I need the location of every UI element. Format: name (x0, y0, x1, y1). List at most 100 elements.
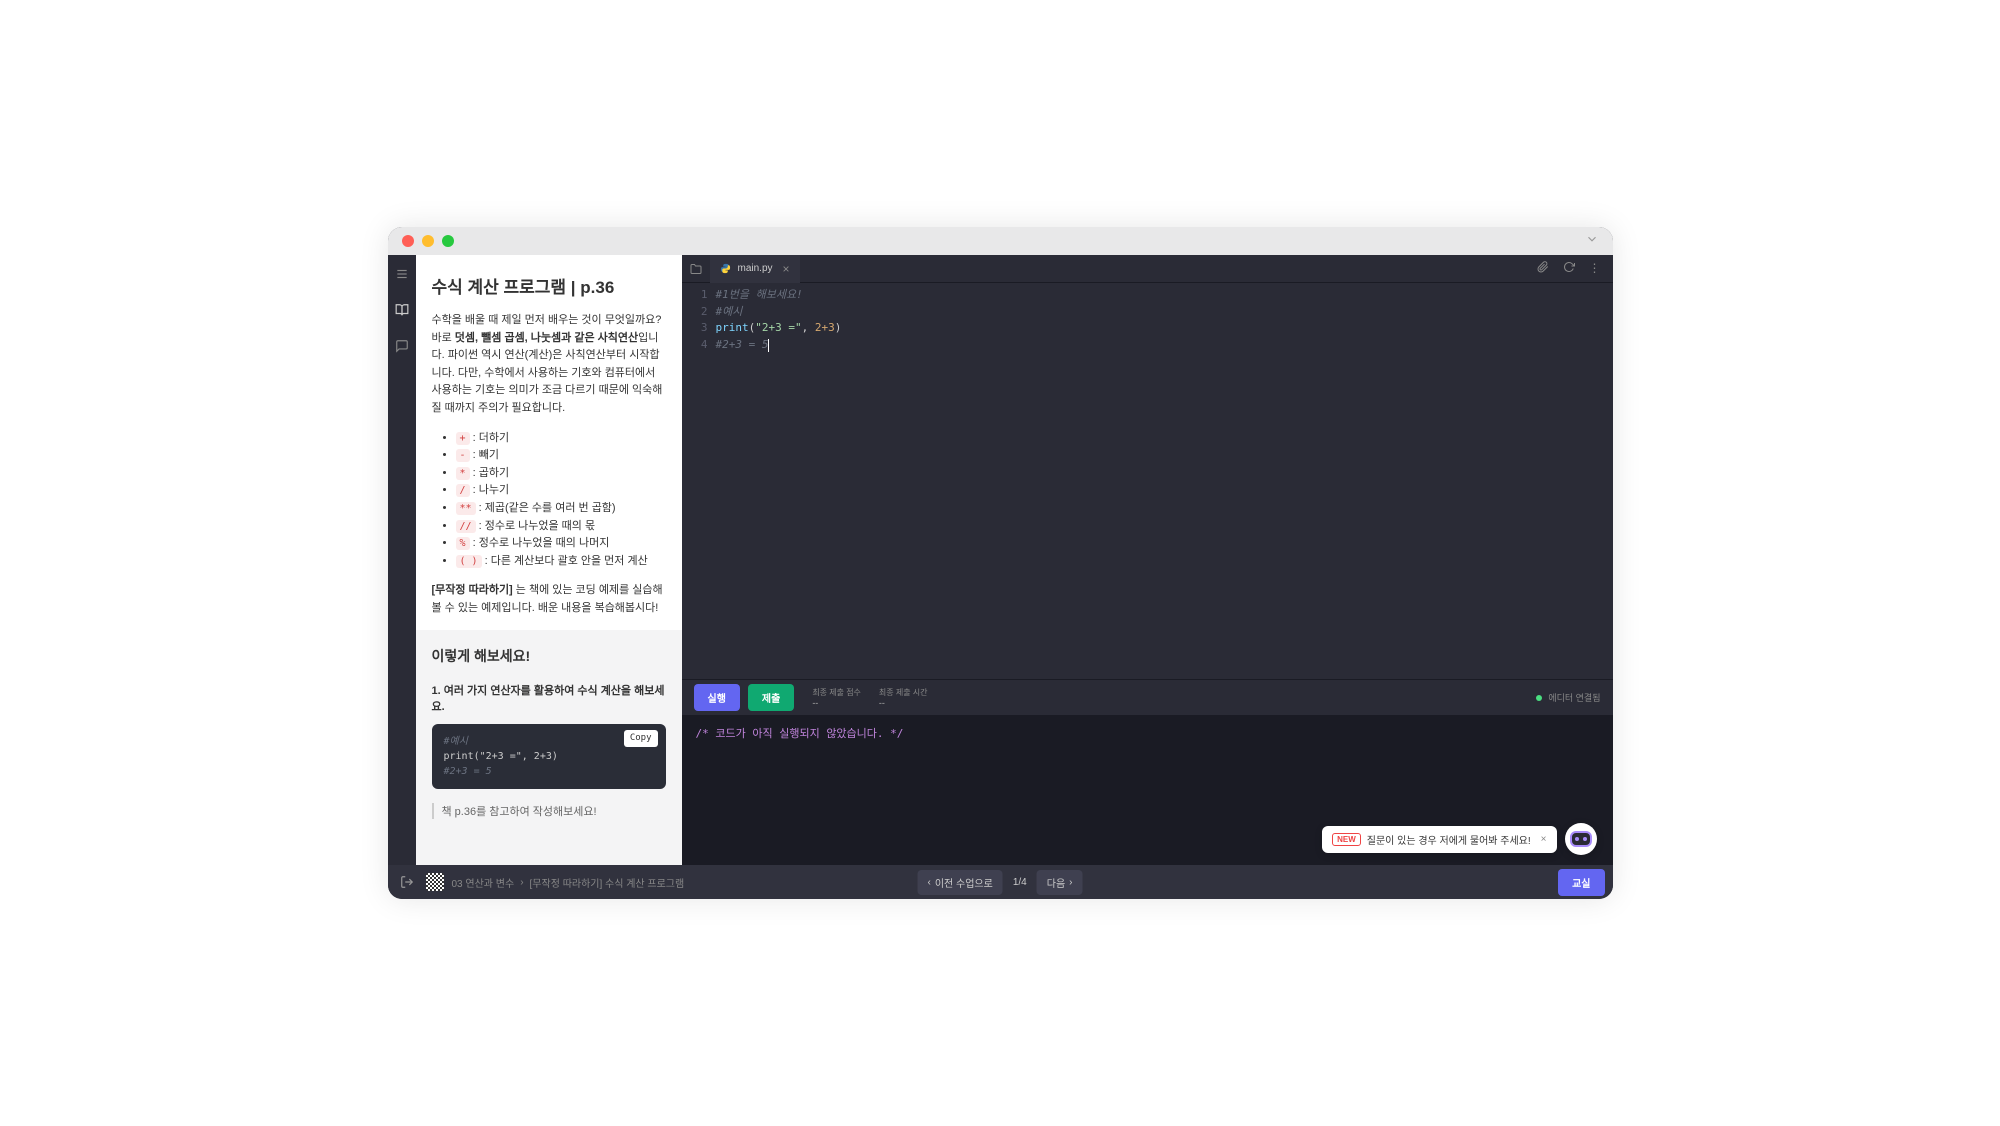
next-lesson-button[interactable]: 다음 › (1037, 870, 1083, 895)
editor-tab-bar: main.py × ⋮ (682, 255, 1613, 283)
example-code-block: Copy #예시 print("2+3 =", 2+3) #2+3 = 5 (432, 724, 666, 789)
page-indicator: 1/4 (1013, 877, 1027, 888)
qr-code-icon[interactable] (426, 873, 444, 891)
operator-item: ** : 제곱(같은 수를 여러 번 곱함) (456, 500, 666, 518)
classroom-button[interactable]: 교실 (1558, 869, 1604, 896)
editor-area: main.py × ⋮ 1 2 3 4 (682, 255, 1613, 865)
code-fn: print (716, 321, 749, 334)
code-num: 2+3 (815, 321, 835, 334)
op-symbol: // (456, 520, 476, 533)
new-badge: NEW (1332, 833, 1361, 846)
time-label: 최종 제출 시간 (879, 687, 928, 698)
code-lines: #1번을 해보세요! #예시 print("2+3 =", 2+3) #2+3 … (716, 287, 1613, 679)
lesson-nav: ‹ 이전 수업으로 1/4 다음 › (918, 870, 1083, 895)
chatbot-avatar[interactable] (1565, 823, 1597, 855)
content-description: 수식 계산 프로그램 | p.36 수학을 배울 때 제일 먼저 배우는 것이 … (416, 255, 682, 630)
robot-face-icon (1570, 831, 1592, 847)
editor-status: 에디터 연결됨 (1536, 691, 1600, 704)
status-dot-icon (1536, 695, 1542, 701)
titlebar (388, 227, 1613, 255)
operator-item: ( ) : 다른 계산보다 괄호 안을 먼저 계산 (456, 553, 666, 571)
line-number: 2 (682, 304, 708, 321)
app-body: 수식 계산 프로그램 | p.36 수학을 배울 때 제일 먼저 배우는 것이 … (388, 255, 1613, 865)
code-str: "2+3 =" (755, 321, 801, 334)
app-window: 수식 계산 프로그램 | p.36 수학을 배울 때 제일 먼저 배우는 것이 … (388, 227, 1613, 899)
op-symbol: ( ) (456, 555, 482, 568)
breadcrumb-item[interactable]: 03 연산과 변수 (452, 875, 515, 890)
code-line: #1번을 해보세요! (716, 287, 1613, 304)
example-result: #2+3 = 5 (444, 764, 654, 779)
run-button[interactable]: 실행 (694, 684, 740, 711)
more-icon[interactable]: ⋮ (1589, 261, 1601, 276)
content-panel: 수식 계산 프로그램 | p.36 수학을 배울 때 제일 먼저 배우는 것이 … (416, 255, 682, 865)
intro-text: 수학을 배울 때 제일 먼저 배우는 것이 무엇일까요? 바로 덧셈, 뺄셈 곱… (432, 312, 666, 418)
op-symbol: / (456, 484, 470, 497)
operator-item: % : 정수로 나누었을 때의 나머지 (456, 535, 666, 553)
breadcrumb-separator: › (520, 877, 523, 888)
score-label: 최종 제출 점수 (812, 687, 861, 698)
code-line: print("2+3 =", 2+3) (716, 320, 1613, 337)
example-comment: #예시 (444, 734, 654, 749)
breadcrumb-item[interactable]: [무작정 따라하기] 수식 계산 프로그램 (530, 875, 685, 890)
operator-item: - : 빼기 (456, 447, 666, 465)
score-group: 최종 제출 점수 -- (812, 687, 861, 708)
attachment-icon[interactable] (1537, 261, 1549, 276)
op-symbol: * (456, 467, 470, 480)
example-code: print("2+3 =", 2+3) (444, 749, 654, 764)
minimize-window-button[interactable] (422, 235, 434, 247)
chevron-down-icon[interactable] (1585, 232, 1599, 251)
hint-text: 책 p.36를 참고하여 작성해보세요! (432, 803, 666, 819)
prev-label: 이전 수업으로 (935, 875, 993, 890)
code-comment: #2+3 = 5 (716, 338, 769, 351)
code-editor[interactable]: 1 2 3 4 #1번을 해보세요! #예시 print("2+3 =", 2+… (682, 283, 1613, 679)
page-total: 4 (1021, 877, 1027, 888)
op-symbol: + (456, 432, 470, 445)
task-text: 1. 여러 가지 연산자를 활용하여 수식 계산을 해보세요. (432, 682, 666, 714)
output-message: /* 코드가 아직 실행되지 않았습니다. */ (696, 727, 904, 740)
status-text: 에디터 연결됨 (1548, 691, 1600, 704)
chatbot-close-icon[interactable]: × (1541, 834, 1547, 845)
op-desc: : 곱하기 (473, 467, 509, 479)
exit-icon[interactable] (396, 871, 418, 893)
code-sep: , (802, 321, 815, 334)
close-tab-icon[interactable]: × (783, 262, 790, 276)
time-value: -- (879, 698, 928, 708)
operator-list: + : 더하기 - : 빼기 * : 곱하기 / : 나누기 ** : 제곱(같… (432, 430, 666, 571)
chat-icon[interactable] (393, 337, 411, 355)
copy-button[interactable]: Copy (624, 730, 658, 748)
intro-bold: 덧셈, 뺄셈 곱셈, 나눗셈과 같은 사칙연산 (455, 332, 638, 344)
op-desc: : 제곱(같은 수를 여러 번 곱함) (479, 502, 616, 514)
score-value: -- (812, 698, 861, 708)
sidebar-rail (388, 255, 416, 865)
op-desc: : 다른 계산보다 괄호 안을 먼저 계산 (485, 555, 648, 567)
refresh-icon[interactable] (1563, 261, 1575, 276)
chatbot-message: 질문이 있는 경우 저에게 물어봐 주세요! (1367, 832, 1531, 847)
operator-item: / : 나누기 (456, 482, 666, 500)
list-icon[interactable] (393, 265, 411, 283)
op-desc: : 더하기 (473, 432, 509, 444)
submit-button[interactable]: 제출 (748, 684, 794, 711)
code-line: #2+3 = 5 (716, 337, 1613, 354)
chatbot-widget: NEW 질문이 있는 경우 저에게 물어봐 주세요! × (1322, 823, 1596, 855)
operator-item: + : 더하기 (456, 430, 666, 448)
op-desc: : 빼기 (473, 449, 499, 461)
line-number: 1 (682, 287, 708, 304)
op-symbol: - (456, 449, 470, 462)
line-number: 4 (682, 337, 708, 354)
prev-lesson-button[interactable]: ‹ 이전 수업으로 (918, 870, 1003, 895)
operator-item: * : 곱하기 (456, 465, 666, 483)
operator-item: // : 정수로 나누었을 때의 몫 (456, 518, 666, 536)
op-symbol: ** (456, 502, 476, 515)
next-label: 다음 (1047, 875, 1065, 890)
traffic-lights (402, 235, 454, 247)
op-symbol: % (456, 537, 470, 550)
python-icon (720, 263, 732, 275)
maximize-window-button[interactable] (442, 235, 454, 247)
code-line: #예시 (716, 304, 1613, 321)
close-window-button[interactable] (402, 235, 414, 247)
file-tab-main[interactable]: main.py × (710, 255, 800, 283)
folder-icon[interactable] (682, 263, 710, 275)
note-bold: [무작정 따라하기] (432, 584, 513, 596)
book-icon[interactable] (393, 301, 411, 319)
note-text: [무작정 따라하기] 는 책에 있는 코딩 예제를 실습해볼 수 있는 예제입니… (432, 582, 666, 617)
